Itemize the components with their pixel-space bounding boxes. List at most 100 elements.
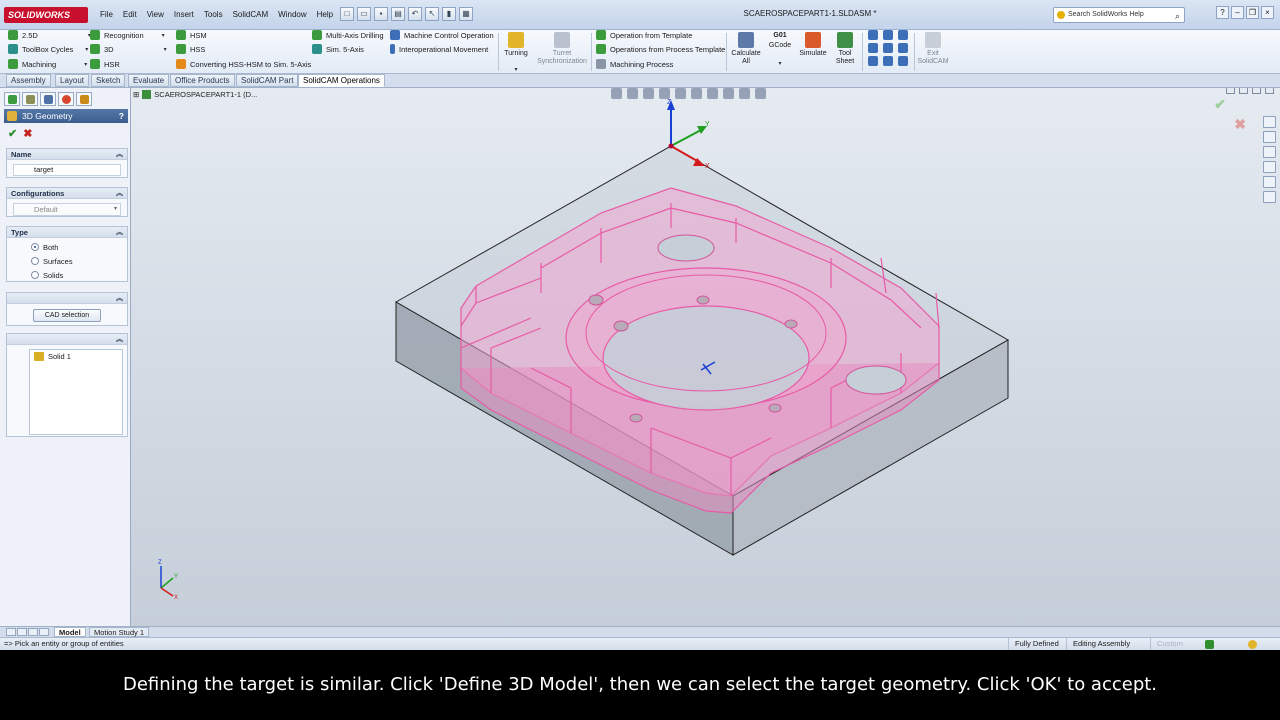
radio-icon[interactable] [31, 257, 39, 265]
chevron-down-icon[interactable]: ▾ [766, 60, 794, 68]
cancel-button[interactable]: ✖ [23, 127, 32, 140]
ribbon-machining[interactable]: Machining ▾ [8, 59, 87, 69]
flyout-tree-root[interactable]: ⊞ SCAEROSPACEPART1-1 (D... [133, 90, 257, 99]
feature-tree-tab[interactable] [4, 92, 20, 106]
confirmation-corner-cancel-icon[interactable]: ✖ [1234, 116, 1246, 133]
edit-appearance-icon[interactable] [723, 88, 734, 99]
display-style-icon[interactable] [691, 88, 702, 99]
ribbon-sim-5-axis[interactable]: Sim. 5-Axis [312, 44, 364, 54]
restore-icon[interactable]: ❐ [1246, 6, 1259, 19]
search-icon[interactable]: ⌕ [1175, 9, 1180, 23]
ok-button[interactable]: ✔ [8, 127, 17, 140]
ribbon-converting[interactable]: Converting HSS-HSM to Sim. 5-Axis [176, 59, 311, 69]
tab-office-products[interactable]: Office Products [170, 74, 235, 87]
menu-insert[interactable]: Insert [170, 8, 198, 21]
tool-icon[interactable] [898, 30, 908, 40]
tool-icon[interactable] [898, 43, 908, 53]
3d-model-view[interactable]: Z Y X Z Y X [131, 88, 1280, 626]
viewport-restore-icon[interactable] [1239, 88, 1248, 94]
rebuild-icon[interactable]: ▮ [442, 7, 456, 21]
radio-icon[interactable] [31, 271, 39, 279]
name-section-header[interactable]: Name ︽ [7, 149, 127, 160]
status-help-icon[interactable] [1205, 640, 1214, 649]
type-radio-surfaces[interactable]: Surfaces [31, 256, 127, 266]
list-section-header[interactable]: ︽ [7, 334, 127, 345]
select-icon[interactable]: ↖ [425, 7, 439, 21]
cad-section-header[interactable]: ︽ [7, 293, 127, 304]
tool-icon[interactable] [868, 56, 878, 66]
ribbon-hsm[interactable]: HSM [176, 30, 207, 40]
view-orientation-icon[interactable] [675, 88, 686, 99]
open-icon[interactable]: ▭ [357, 7, 371, 21]
tab-evaluate[interactable]: Evaluate [128, 74, 170, 87]
zoom-to-fit-icon[interactable] [611, 88, 622, 99]
chevron-down-icon[interactable]: ▾ [85, 46, 88, 53]
status-tag-icon[interactable] [1248, 640, 1257, 649]
tab-solidcam-part[interactable]: SolidCAM Part [236, 74, 299, 87]
last-tab-icon[interactable] [39, 628, 49, 636]
solidcam-tab[interactable] [76, 92, 92, 106]
cad-selection-button[interactable]: CAD selection [33, 309, 101, 322]
menu-view[interactable]: View [143, 8, 168, 21]
viewport-maximize-icon[interactable] [1252, 88, 1261, 94]
ribbon-tool-sheet[interactable]: Tool Sheet [832, 32, 858, 66]
tool-icon[interactable] [868, 30, 878, 40]
graphics-area[interactable]: Z Y X Z Y X ⊞ SCAEROSPACEPART1-1 (D... ✔… [131, 88, 1280, 626]
view-settings-icon[interactable] [755, 88, 766, 99]
type-section-header[interactable]: Type ︽ [7, 227, 127, 238]
viewport-close-icon[interactable] [1265, 88, 1274, 94]
type-radio-both[interactable]: Both [31, 242, 127, 252]
configurations-section-header[interactable]: Configurations ︽ [7, 188, 127, 199]
new-document-icon[interactable]: □ [340, 7, 354, 21]
prev-tab-icon[interactable] [17, 628, 27, 636]
view-palette-icon[interactable] [1263, 161, 1276, 173]
collapse-icon[interactable]: ︽ [116, 227, 123, 238]
ribbon-hsr[interactable]: HSR [90, 59, 120, 69]
tool-icon[interactable] [868, 43, 878, 53]
ribbon-recognition[interactable]: Recognition ▾ [90, 30, 165, 40]
ribbon-machine-control-operation[interactable]: Machine Control Operation [390, 30, 494, 40]
section-view-icon[interactable] [659, 88, 670, 99]
tab-assembly[interactable]: Assembly [6, 74, 51, 87]
next-tab-icon[interactable] [28, 628, 38, 636]
list-item[interactable]: Solid 1 [34, 352, 71, 361]
file-explorer-icon[interactable] [1263, 146, 1276, 158]
ribbon-toolbox-cycles[interactable]: ToolBox Cycles ▾ [8, 44, 88, 54]
save-icon[interactable]: ▪ [374, 7, 388, 21]
tab-sketch[interactable]: Sketch [91, 74, 126, 87]
tab-model[interactable]: Model [54, 627, 86, 637]
ribbon-operation-from-template[interactable]: Operation from Template [596, 30, 692, 40]
options-icon[interactable]: ▦ [459, 7, 473, 21]
undo-icon[interactable]: ↶ [408, 7, 422, 21]
print-icon[interactable]: ▤ [391, 7, 405, 21]
tool-icon[interactable] [883, 30, 893, 40]
collapse-icon[interactable]: ︽ [116, 188, 123, 199]
ribbon-turning[interactable]: Turning ▾ [503, 32, 529, 74]
ribbon-3d[interactable]: 3D ▾ [90, 44, 167, 54]
tab-layout[interactable]: Layout [55, 74, 90, 87]
type-radio-solids[interactable]: Solids [31, 270, 127, 280]
ribbon-2-5d[interactable]: 2.5D▾ [8, 30, 91, 40]
help-dropdown-icon[interactable]: ? [1216, 6, 1229, 19]
chevron-down-icon[interactable]: ▾ [503, 66, 529, 74]
solidworks-logo[interactable]: SOLIDWORKS [4, 7, 88, 23]
help-icon[interactable]: ? [119, 109, 124, 123]
ribbon-hss[interactable]: HSS [176, 44, 205, 54]
tab-motion-study[interactable]: Motion Study 1 [89, 627, 150, 637]
menu-help[interactable]: Help [313, 8, 337, 21]
menu-edit[interactable]: Edit [119, 8, 141, 21]
menu-solidcam[interactable]: SolidCAM [229, 8, 273, 21]
close-icon[interactable]: × [1261, 6, 1274, 19]
selected-entities-list[interactable]: Solid 1 [29, 349, 123, 435]
ribbon-machining-process[interactable]: Machining Process [596, 59, 673, 69]
chevron-down-icon[interactable]: ▾ [84, 61, 87, 68]
hide-show-items-icon[interactable] [707, 88, 718, 99]
apply-scene-icon[interactable] [739, 88, 750, 99]
confirmation-corner-ok-icon[interactable]: ✔ [1214, 96, 1226, 113]
first-tab-icon[interactable] [6, 628, 16, 636]
chevron-down-icon[interactable]: ▾ [162, 32, 165, 39]
menu-file[interactable]: File [96, 8, 117, 21]
menu-window[interactable]: Window [274, 8, 310, 21]
configuration-manager-tab[interactable] [40, 92, 56, 106]
tool-icon[interactable] [883, 56, 893, 66]
